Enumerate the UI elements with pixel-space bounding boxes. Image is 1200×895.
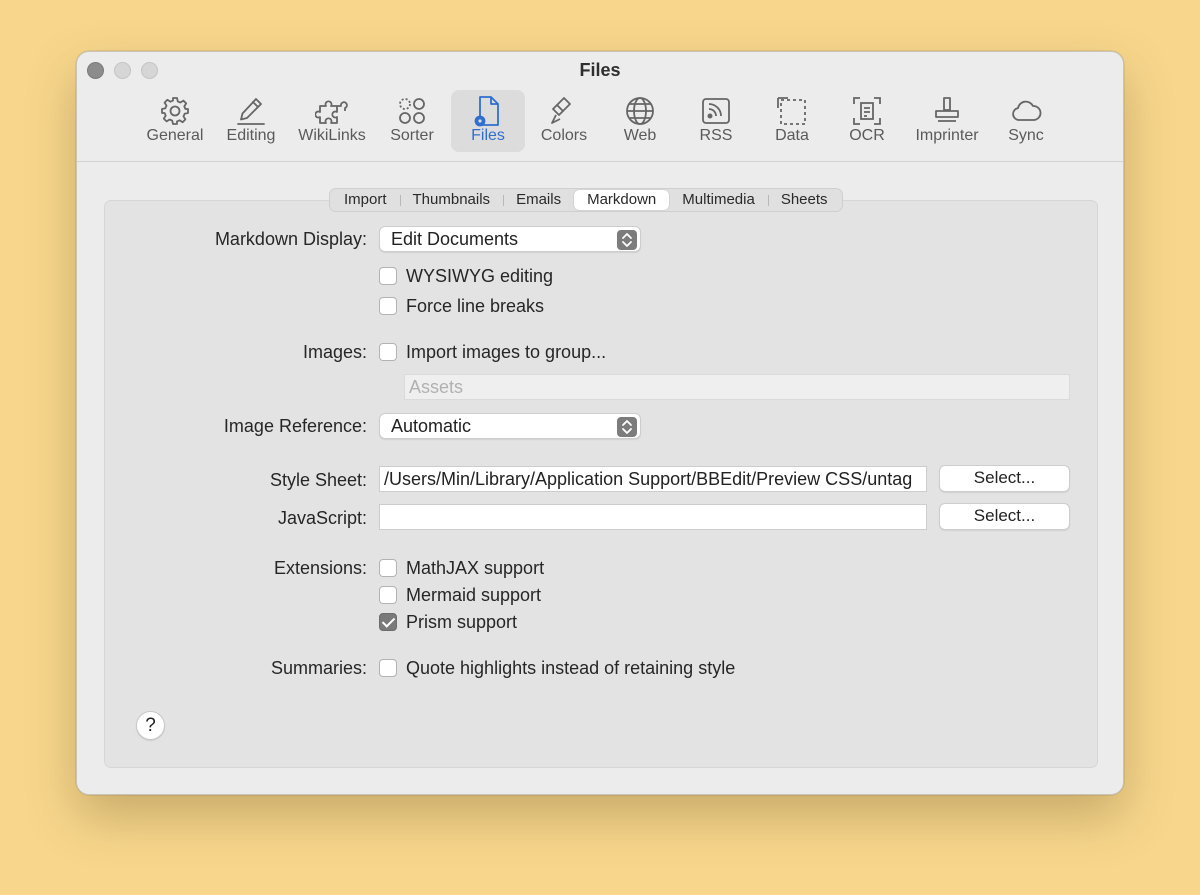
cloud-icon	[1009, 94, 1043, 128]
toolbar-label: General	[146, 127, 204, 144]
pencil-icon	[234, 94, 268, 128]
puzzle-icon	[314, 94, 349, 128]
image-reference-label: Image Reference:	[223, 416, 367, 436]
rss-icon	[699, 94, 733, 128]
globe-icon	[623, 94, 657, 128]
checkbox-label: Import images to group...	[406, 341, 607, 362]
tab-thumbnails[interactable]: Thumbnails	[399, 190, 504, 210]
force-line-breaks-option[interactable]: Force line breaks	[379, 295, 544, 317]
toolbar-label: WikiLinks	[298, 127, 366, 144]
toolbar-label: Sorter	[390, 127, 434, 144]
checkbox-label: Force line breaks	[406, 295, 545, 316]
markdown-display-value: Edit Documents	[391, 229, 519, 249]
style-sheet-field[interactable]: /Users/Min/Library/Application Support/B…	[379, 466, 927, 492]
import-images-checkbox[interactable]	[379, 343, 397, 361]
toolbar-item-editing[interactable]: Editing	[218, 90, 284, 152]
toolbar-label: Data	[775, 127, 809, 144]
import-images-option[interactable]: Import images to group...	[379, 341, 606, 363]
prism-checkbox[interactable]	[379, 613, 397, 631]
sorter-circles-icon	[395, 94, 429, 128]
titlebar: Files General Editing WikiLinks Sorter F…	[77, 52, 1123, 162]
markdown-display-popup[interactable]: Edit Documents	[379, 226, 641, 252]
toolbar-label: Colors	[540, 127, 588, 144]
toolbar-label: Sync	[1008, 127, 1044, 144]
help-button[interactable]: ?	[136, 711, 165, 740]
quote-highlights-option[interactable]: Quote highlights instead of retaining st…	[379, 657, 735, 679]
force-line-breaks-checkbox[interactable]	[379, 297, 397, 315]
stamp-icon	[930, 94, 964, 128]
preferences-toolbar: General Editing WikiLinks Sorter Files C…	[77, 90, 1123, 152]
toolbar-item-sorter[interactable]: Sorter	[380, 90, 444, 152]
quote-highlights-checkbox[interactable]	[379, 659, 397, 677]
data-selection-icon	[775, 94, 809, 128]
javascript-select-button[interactable]: Select...	[939, 503, 1070, 530]
file-gear-icon	[471, 94, 505, 128]
mermaid-option[interactable]: Mermaid support	[379, 584, 541, 606]
image-reference-value: Automatic	[391, 416, 472, 436]
toolbar-item-ocr[interactable]: OCR	[837, 90, 897, 152]
preferences-window: Files General Editing WikiLinks Sorter F…	[76, 51, 1124, 795]
tab-emails[interactable]: Emails	[503, 190, 574, 210]
checkbox-label: WYSIWYG editing	[406, 265, 554, 286]
toolbar-item-wikilinks[interactable]: WikiLinks	[293, 90, 371, 152]
tab-sheets[interactable]: Sheets	[767, 190, 841, 210]
style-sheet-value: /Users/Min/Library/Application Support/B…	[384, 469, 913, 489]
toolbar-label: Web	[623, 127, 657, 144]
javascript-label: JavaScript:	[277, 508, 367, 528]
image-group-field: Assets	[404, 374, 1070, 400]
toolbar-item-rss[interactable]: RSS	[686, 90, 746, 152]
window-title: Files	[579, 60, 621, 80]
tab-bar: Import Thumbnails Emails Markdown Multim…	[329, 188, 843, 212]
tab-multimedia[interactable]: Multimedia	[669, 190, 768, 210]
toolbar-label: OCR	[849, 127, 885, 144]
wysiwyg-editing-checkbox[interactable]	[379, 267, 397, 285]
tab-import[interactable]: Import	[331, 190, 400, 210]
image-group-placeholder: Assets	[409, 377, 464, 397]
image-reference-popup[interactable]: Automatic	[379, 413, 641, 439]
mathjax-option[interactable]: MathJAX support	[379, 557, 544, 579]
toolbar-item-web[interactable]: Web	[610, 90, 670, 152]
extensions-label: Extensions:	[273, 558, 367, 578]
toolbar-label: RSS	[699, 127, 733, 144]
updown-chevron-icon	[617, 230, 637, 250]
mathjax-checkbox[interactable]	[379, 559, 397, 577]
markdown-display-label: Markdown Display:	[214, 229, 367, 249]
checkbox-label: Quote highlights instead of retaining st…	[406, 657, 736, 678]
paintbrush-icon	[547, 94, 581, 128]
toolbar-item-colors[interactable]: Colors	[532, 90, 596, 152]
images-label: Images:	[302, 342, 367, 362]
toolbar-item-general[interactable]: General	[139, 90, 211, 152]
toolbar-item-data[interactable]: Data	[762, 90, 822, 152]
checkbox-label: MathJAX support	[406, 557, 545, 578]
toolbar-label: Files	[471, 127, 505, 144]
tab-markdown[interactable]: Markdown	[574, 190, 670, 210]
toolbar-label: Imprinter	[915, 127, 979, 144]
javascript-field[interactable]	[379, 504, 927, 530]
mermaid-checkbox[interactable]	[379, 586, 397, 604]
toolbar-item-files[interactable]: Files	[451, 90, 525, 152]
wysiwyg-editing-option[interactable]: WYSIWYG editing	[379, 265, 553, 287]
style-sheet-label: Style Sheet:	[269, 470, 367, 490]
summaries-label: Summaries:	[270, 658, 367, 678]
checkbox-label: Mermaid support	[406, 584, 542, 605]
prism-option[interactable]: Prism support	[379, 611, 517, 633]
toolbar-item-imprinter[interactable]: Imprinter	[910, 90, 984, 152]
style-sheet-select-button[interactable]: Select...	[939, 465, 1070, 492]
updown-chevron-icon	[617, 417, 637, 437]
toolbar-label: Editing	[226, 127, 276, 144]
ocr-scan-icon	[850, 94, 884, 128]
toolbar-item-sync[interactable]: Sync	[996, 90, 1056, 152]
checkbox-label: Prism support	[406, 611, 518, 632]
gear-icon	[158, 94, 192, 128]
